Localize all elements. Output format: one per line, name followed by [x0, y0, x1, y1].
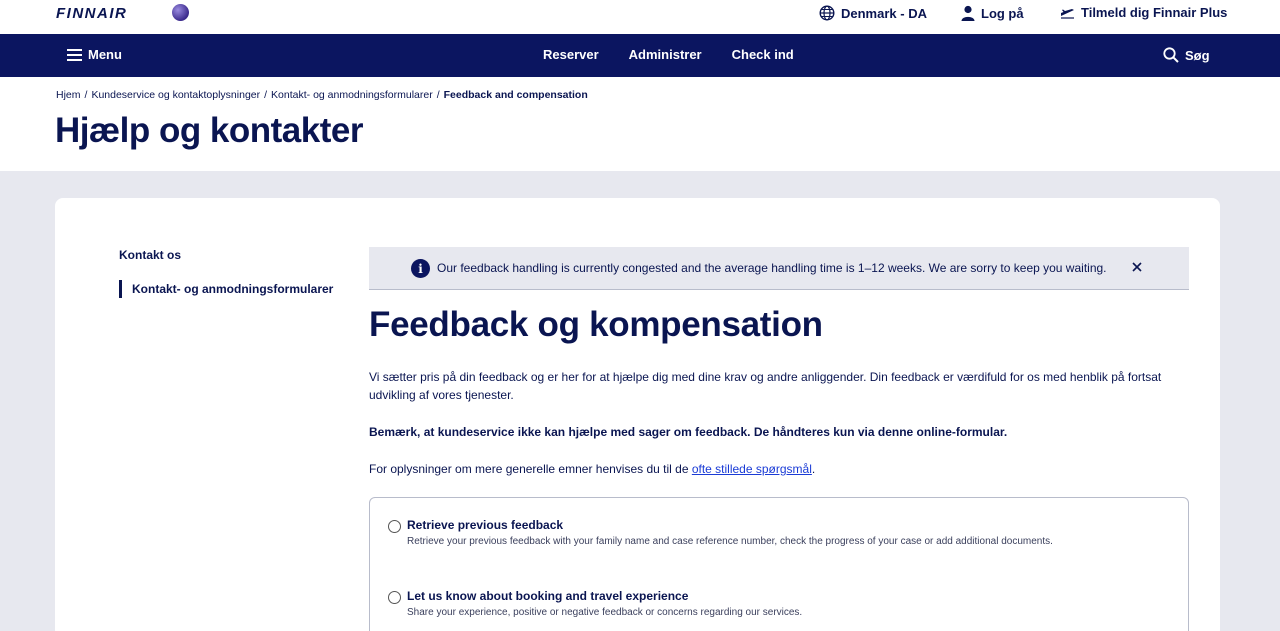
radio-booking-travel-experience[interactable] — [388, 591, 401, 604]
breadcrumb-current: Feedback and compensation — [443, 89, 588, 101]
page-header: Hjem / Kundeservice og kontaktoplysninge… — [0, 77, 1280, 171]
feedback-title: Feedback og kompensation — [369, 305, 823, 344]
sidebar: Kontakt os Kontakt- og anmodningsformula… — [119, 248, 333, 298]
nav-link-check-ind[interactable]: Check ind — [732, 47, 794, 62]
notice-text: Our feedback handling is currently conge… — [437, 261, 1107, 275]
content-background: Kontakt os Kontakt- og anmodningsformula… — [0, 171, 1280, 631]
main-content: i Our feedback handling is currently con… — [369, 247, 1189, 631]
radio-retrieve-feedback[interactable] — [388, 520, 401, 533]
hamburger-icon — [67, 48, 82, 61]
search-button[interactable]: Søg — [1163, 47, 1210, 63]
search-label: Søg — [1185, 47, 1210, 63]
notice-banner: i Our feedback handling is currently con… — [369, 247, 1189, 290]
sidebar-item-contact-forms[interactable]: Kontakt- og anmodningsformularer — [119, 280, 333, 298]
option-retrieve-feedback[interactable]: Retrieve previous feedback Retrieve your… — [388, 518, 1053, 547]
notice-paragraph: Bemærk, at kundeservice ikke kan hjælpe … — [369, 425, 1008, 439]
option-description: Share your experience, positive or negat… — [407, 607, 803, 618]
nav-link-reserver[interactable]: Reserver — [543, 47, 599, 62]
top-bar: FINNAIR Denmark - DA Log på Tilmeld dig … — [0, 0, 1280, 34]
menu-label: Menu — [88, 47, 122, 62]
faq-paragraph: For oplysninger om mere generelle emner … — [369, 460, 1189, 478]
info-icon: i — [411, 259, 430, 278]
plane-icon — [1061, 8, 1074, 19]
option-title: Retrieve previous feedback — [407, 518, 564, 532]
faq-prefix: For oplysninger om mere generelle emner … — [369, 462, 692, 476]
nav-links: Reserver Administrer Check ind — [543, 47, 794, 62]
user-icon — [961, 5, 975, 21]
login-label: Log på — [981, 5, 1024, 21]
faq-link[interactable]: ofte stillede spørgsmål — [692, 462, 812, 476]
feedback-options: Retrieve previous feedback Retrieve your… — [369, 497, 1189, 631]
breadcrumb-separator: / — [84, 89, 88, 101]
locale-selector[interactable]: Denmark - DA — [819, 5, 927, 21]
login-button[interactable]: Log på — [961, 5, 1024, 21]
breadcrumb-customer-service[interactable]: Kundeservice og kontaktoplysninger — [91, 89, 260, 101]
content-card: Kontakt os Kontakt- og anmodningsformula… — [55, 198, 1220, 631]
option-booking-travel-experience[interactable]: Let us know about booking and travel exp… — [388, 589, 802, 618]
locale-label: Denmark - DA — [841, 5, 927, 21]
breadcrumb-home[interactable]: Hjem — [56, 89, 81, 101]
faq-suffix: . — [811, 462, 816, 476]
sidebar-title[interactable]: Kontakt os — [119, 248, 333, 262]
breadcrumb-contact-forms[interactable]: Kontakt- og anmodningsformularer — [271, 89, 433, 101]
nav-link-administrer[interactable]: Administrer — [629, 47, 702, 62]
breadcrumb: Hjem / Kundeservice og kontaktoplysninge… — [56, 89, 588, 101]
oneworld-logo-icon — [172, 4, 189, 21]
option-description: Retrieve your previous feedback with you… — [407, 536, 1053, 547]
page-title: Hjælp og kontakter — [55, 111, 363, 150]
close-icon[interactable] — [1129, 259, 1145, 275]
globe-icon — [819, 5, 835, 21]
breadcrumb-separator: / — [264, 89, 268, 101]
option-title: Let us know about booking and travel exp… — [407, 589, 689, 603]
menu-button[interactable]: Menu — [67, 47, 122, 62]
breadcrumb-separator: / — [436, 89, 440, 101]
finnair-plus-signup-link[interactable]: Tilmeld dig Finnair Plus — [1060, 5, 1227, 20]
intro-paragraph: Vi sætter pris på din feedback og er her… — [369, 370, 1162, 402]
close-x-icon — [1132, 262, 1142, 272]
search-icon — [1163, 47, 1179, 63]
finnair-logo[interactable]: FINNAIR — [56, 5, 127, 22]
signup-label: Tilmeld dig Finnair Plus — [1081, 5, 1228, 20]
main-nav: Menu Reserver Administrer Check ind Søg — [0, 34, 1280, 77]
